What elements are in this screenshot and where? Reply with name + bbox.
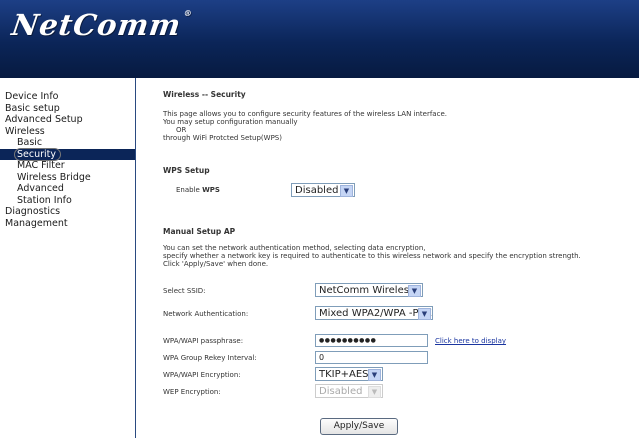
- encryption-select[interactable]: TKIP+AES ▼: [315, 367, 383, 381]
- chevron-down-icon: ▼: [418, 308, 431, 320]
- netcomm-logo: NetComm®: [10, 8, 194, 42]
- sidebar: Device Info Basic setup Advanced Setup W…: [0, 78, 136, 438]
- manual-setup-heading: Manual Setup AP: [163, 227, 236, 236]
- nav-diagnostics[interactable]: Diagnostics: [0, 206, 135, 218]
- display-passphrase-link[interactable]: Click here to display: [435, 337, 506, 345]
- nav-wireless-bridge[interactable]: Wireless Bridge: [0, 172, 135, 184]
- chevron-down-icon: ▼: [368, 386, 381, 398]
- wps-enable-bold: WPS: [202, 186, 220, 194]
- nav-mac-filter[interactable]: MAC Filter: [0, 160, 135, 172]
- wep-label: WEP Encryption:: [163, 388, 221, 396]
- page-title: Wireless -- Security: [163, 90, 246, 99]
- passphrase-label: WPA/WAPI passphrase:: [163, 337, 244, 345]
- chevron-down-icon: ▼: [408, 285, 421, 297]
- wps-enable-select[interactable]: Disabled ▼: [291, 183, 355, 197]
- nav-basic-setup[interactable]: Basic setup: [0, 103, 135, 115]
- nav-security-label: Security: [14, 147, 62, 161]
- wep-select[interactable]: Disabled ▼: [315, 384, 383, 398]
- manual-desc-line-3: Click 'Apply/Save' when done.: [163, 260, 269, 268]
- wps-enable-prefix: Enable: [176, 186, 203, 194]
- ssid-label: Select SSID:: [163, 287, 206, 295]
- encryption-label: WPA/WAPI Encryption:: [163, 371, 241, 379]
- encryption-value: TKIP+AES: [319, 369, 369, 380]
- logo-text: NetComm: [9, 8, 184, 42]
- intro-line-3: through WiFi Protcted Setup(WPS): [163, 134, 282, 142]
- header-banner: NetComm®: [0, 0, 639, 78]
- nav-station-info[interactable]: Station Info: [0, 195, 135, 207]
- ssid-select[interactable]: NetComm Wireless ▼: [315, 283, 423, 297]
- nav-menu: Device Info Basic setup Advanced Setup W…: [0, 91, 135, 229]
- nav-device-info[interactable]: Device Info: [0, 91, 135, 103]
- auth-label: Network Authentication:: [163, 310, 249, 318]
- nav-wireless[interactable]: Wireless: [0, 126, 135, 138]
- nav-advanced-setup[interactable]: Advanced Setup: [0, 114, 135, 126]
- wps-enable-label: Enable WPS: [176, 186, 220, 194]
- auth-select[interactable]: Mixed WPA2/WPA -PSK ▼: [315, 306, 433, 320]
- chevron-down-icon: ▼: [340, 185, 353, 197]
- wps-enable-value: Disabled: [295, 185, 339, 196]
- nav-wireless-security[interactable]: Security: [0, 147, 135, 161]
- nav-wireless-basic[interactable]: Basic: [0, 137, 135, 149]
- apply-save-button[interactable]: Apply/Save: [320, 418, 398, 435]
- auth-value: Mixed WPA2/WPA -PSK: [319, 308, 432, 319]
- chevron-down-icon: ▼: [368, 369, 381, 381]
- wep-value: Disabled: [319, 386, 363, 397]
- nav-wireless-advanced[interactable]: Advanced: [0, 183, 135, 195]
- wps-heading: WPS Setup: [163, 166, 210, 175]
- passphrase-input[interactable]: ●●●●●●●●●●: [315, 334, 428, 347]
- rekey-input[interactable]: 0: [315, 351, 428, 364]
- rekey-label: WPA Group Rekey Interval:: [163, 354, 257, 362]
- nav-management[interactable]: Management: [0, 218, 135, 230]
- logo-trademark: ®: [183, 8, 194, 18]
- ssid-value: NetComm Wireless: [319, 285, 415, 296]
